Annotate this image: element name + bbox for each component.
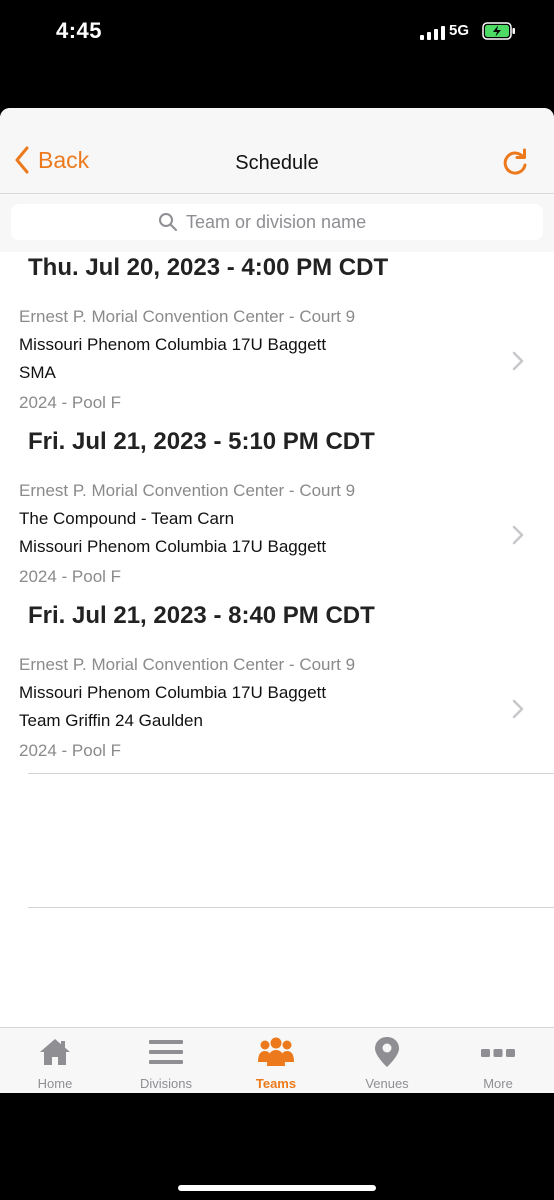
game-venue: Ernest P. Morial Convention Center - Cou…: [19, 307, 356, 326]
tab-venues[interactable]: Venues: [332, 1028, 442, 1093]
game-venue: Ernest P. Morial Convention Center - Cou…: [19, 655, 356, 674]
home-icon: [40, 1039, 70, 1065]
bottom-area: [0, 1093, 554, 1200]
status-time: 4:45: [56, 18, 103, 43]
game-team-1: The Compound - Team Carn: [19, 509, 235, 528]
search-input[interactable]: [186, 211, 396, 233]
game-team-1: Missouri Phenom Columbia 17U Baggett: [19, 335, 327, 354]
home-indicator[interactable]: [178, 1185, 376, 1191]
game-row[interactable]: Ernest P. Morial Convention Center - Cou…: [0, 307, 554, 415]
tab-label: More: [483, 1076, 513, 1091]
tab-label: Home: [37, 1076, 73, 1091]
signal-icon: [420, 24, 445, 40]
refresh-icon[interactable]: [500, 148, 530, 178]
game-team-2: Missouri Phenom Columbia 17U Baggett: [19, 537, 327, 556]
network-label: 5G: [449, 22, 470, 39]
game-team-2: SMA: [19, 363, 56, 382]
list-divider: [28, 907, 554, 908]
tab-teams[interactable]: Teams: [221, 1028, 331, 1093]
page-title: Schedule: [235, 152, 319, 174]
status-bar: 4:45 5G: [0, 0, 554, 108]
game-division: 2024 - Pool F: [19, 393, 122, 412]
game-datetime: Thu. Jul 20, 2023 - 4:00 PM CDT: [28, 254, 389, 281]
list-icon: [149, 1040, 183, 1064]
tab-bar: Home Divisions Teams Venues More: [0, 1027, 554, 1093]
teams-icon: [258, 1037, 294, 1066]
game-datetime: Fri. Jul 21, 2023 - 5:10 PM CDT: [28, 428, 375, 455]
tab-label: Teams: [255, 1076, 297, 1091]
navigation-bar: Back Schedule: [0, 108, 554, 194]
tab-label: Venues: [365, 1076, 409, 1091]
list-divider: [28, 773, 554, 774]
game-row[interactable]: Ernest P. Morial Convention Center - Cou…: [0, 655, 554, 763]
game-division: 2024 - Pool F: [19, 741, 122, 760]
search-bar: [0, 194, 554, 252]
app-screen: Back Schedule Thu. Jul 20, 2023 - 4:00 P…: [0, 108, 554, 1093]
battery-icon: [482, 22, 515, 40]
tab-more[interactable]: More: [443, 1028, 553, 1093]
chevron-right-icon: [512, 699, 524, 719]
game-venue: Ernest P. Morial Convention Center - Cou…: [19, 481, 356, 500]
game-team-1: Missouri Phenom Columbia 17U Baggett: [19, 683, 327, 702]
game-row[interactable]: Ernest P. Morial Convention Center - Cou…: [0, 481, 554, 589]
tab-label: Divisions: [139, 1076, 192, 1091]
tab-home[interactable]: Home: [0, 1028, 110, 1093]
search-icon: [159, 213, 177, 231]
more-dots-icon: [481, 1049, 515, 1057]
chevron-right-icon: [512, 525, 524, 545]
game-division: 2024 - Pool F: [19, 567, 122, 586]
game-datetime: Fri. Jul 21, 2023 - 8:40 PM CDT: [28, 602, 375, 629]
game-team-2: Team Griffin 24 Gaulden: [19, 711, 203, 730]
tab-divisions[interactable]: Divisions: [111, 1028, 221, 1093]
chevron-right-icon: [512, 351, 524, 371]
location-pin-icon: [375, 1037, 399, 1067]
search-field[interactable]: [11, 204, 543, 240]
